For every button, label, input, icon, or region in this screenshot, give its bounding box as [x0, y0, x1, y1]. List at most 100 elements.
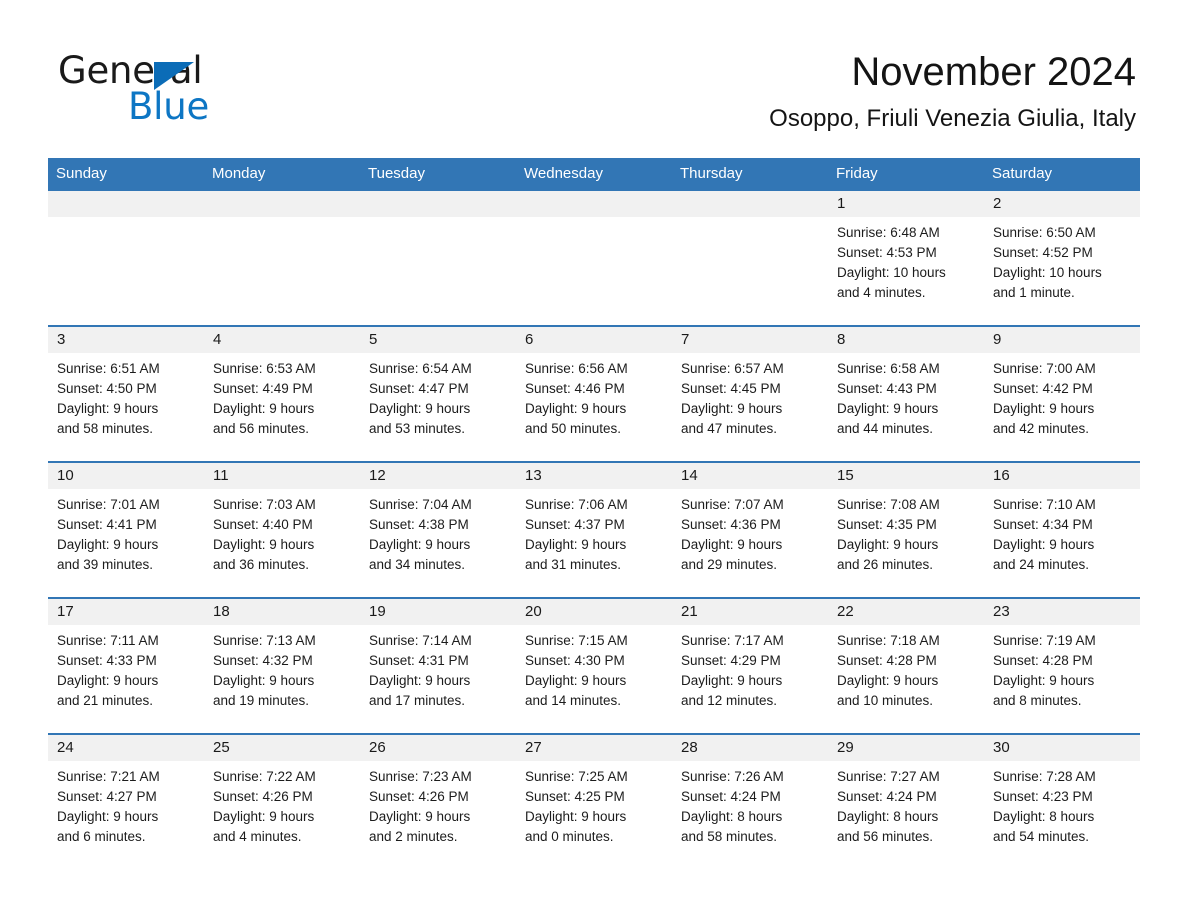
daylight-duration-line1: Daylight: 9 hours	[213, 401, 315, 416]
calendar-day-cell[interactable]: 18 Sunrise: 7:13 AM Sunset: 4:32 PM Dayligh…	[204, 597, 360, 734]
sunset-time: Sunset: 4:32 PM	[213, 653, 313, 668]
daylight-duration-line2: and 17 minutes.	[369, 693, 466, 708]
sunset-time: Sunset: 4:31 PM	[369, 653, 469, 668]
day-cell-content: 10 Sunrise: 7:01 AM Sunset: 4:41 PM Dayligh…	[48, 463, 204, 597]
calendar-day-cell[interactable]: 20 Sunrise: 7:15 AM Sunset: 4:30 PM Dayligh…	[516, 597, 672, 734]
calendar-day-cell[interactable]: 10 Sunrise: 7:01 AM Sunset: 4:41 PM Dayligh…	[48, 461, 204, 598]
calendar-day-cell[interactable]: 17 Sunrise: 7:11 AM Sunset: 4:33 PM Dayligh…	[48, 597, 204, 734]
day-cell-content: 20 Sunrise: 7:15 AM Sunset: 4:30 PM Dayligh…	[516, 599, 672, 733]
calendar-day-cell[interactable]: 9 Sunrise: 7:00 AM Sunset: 4:42 PM Daylight…	[984, 325, 1140, 462]
day-number: 9	[984, 327, 1140, 353]
sunset-time: Sunset: 4:38 PM	[369, 517, 469, 532]
calendar-table: Sunday Monday Tuesday Wednesday Thursday…	[48, 158, 1140, 869]
day-cell-content: 5 Sunrise: 6:54 AM Sunset: 4:47 PM Daylight…	[360, 327, 516, 461]
calendar-day-cell[interactable]: 30 Sunrise: 7:28 AM Sunset: 4:23 PM Dayligh…	[984, 733, 1140, 869]
calendar-empty-cell	[516, 191, 672, 326]
sunrise-time: Sunrise: 7:04 AM	[369, 497, 472, 512]
calendar-day-cell[interactable]: 16 Sunrise: 7:10 AM Sunset: 4:34 PM Dayligh…	[984, 461, 1140, 598]
calendar-day-cell[interactable]: 25 Sunrise: 7:22 AM Sunset: 4:26 PM Dayligh…	[204, 733, 360, 869]
calendar-day-cell[interactable]: 13 Sunrise: 7:06 AM Sunset: 4:37 PM Dayligh…	[516, 461, 672, 598]
day-number: 23	[984, 599, 1140, 625]
calendar-day-cell[interactable]: 23 Sunrise: 7:19 AM Sunset: 4:28 PM Dayligh…	[984, 597, 1140, 734]
general-blue-logo[interactable]: General Blue	[58, 52, 318, 132]
day-cell-content: 8 Sunrise: 6:58 AM Sunset: 4:43 PM Daylight…	[828, 327, 984, 461]
calendar-day-cell[interactable]: 27 Sunrise: 7:25 AM Sunset: 4:25 PM Dayligh…	[516, 733, 672, 869]
calendar-day-cell[interactable]: 1 Sunrise: 6:48 AM Sunset: 4:53 PM Daylight…	[828, 191, 984, 326]
daylight-duration-line2: and 54 minutes.	[993, 829, 1090, 844]
day-details: Sunrise: 7:26 AM Sunset: 4:24 PM Daylight:…	[672, 761, 828, 847]
page-header: General Blue November 2024 Osoppo, Friul…	[0, 0, 1188, 150]
sunset-time: Sunset: 4:41 PM	[57, 517, 157, 532]
daylight-duration-line1: Daylight: 8 hours	[993, 809, 1095, 824]
day-cell-content: 11 Sunrise: 7:03 AM Sunset: 4:40 PM Dayligh…	[204, 463, 360, 597]
calendar-day-cell[interactable]: 2 Sunrise: 6:50 AM Sunset: 4:52 PM Daylight…	[984, 191, 1140, 326]
sunrise-time: Sunrise: 7:00 AM	[993, 361, 1096, 376]
daylight-duration-line1: Daylight: 9 hours	[993, 673, 1095, 688]
day-cell-content	[204, 191, 360, 325]
sunrise-time: Sunrise: 7:14 AM	[369, 633, 472, 648]
calendar-day-cell[interactable]: 3 Sunrise: 6:51 AM Sunset: 4:50 PM Daylight…	[48, 325, 204, 462]
day-details: Sunrise: 6:58 AM Sunset: 4:43 PM Daylight:…	[828, 353, 984, 439]
weekday-header-sunday: Sunday	[48, 158, 204, 191]
day-cell-content: 17 Sunrise: 7:11 AM Sunset: 4:33 PM Dayligh…	[48, 599, 204, 733]
day-cell-content: 13 Sunrise: 7:06 AM Sunset: 4:37 PM Dayligh…	[516, 463, 672, 597]
day-number: 26	[360, 735, 516, 761]
daylight-duration-line1: Daylight: 9 hours	[213, 809, 315, 824]
calendar-day-cell[interactable]: 12 Sunrise: 7:04 AM Sunset: 4:38 PM Dayligh…	[360, 461, 516, 598]
calendar-day-cell[interactable]: 19 Sunrise: 7:14 AM Sunset: 4:31 PM Dayligh…	[360, 597, 516, 734]
calendar-week-row: 17 Sunrise: 7:11 AM Sunset: 4:33 PM Dayligh…	[48, 597, 1140, 734]
sunrise-time: Sunrise: 7:15 AM	[525, 633, 628, 648]
sunset-time: Sunset: 4:42 PM	[993, 381, 1093, 396]
calendar-day-cell[interactable]: 5 Sunrise: 6:54 AM Sunset: 4:47 PM Daylight…	[360, 325, 516, 462]
daylight-duration-line1: Daylight: 9 hours	[993, 537, 1095, 552]
calendar-empty-cell	[48, 191, 204, 326]
weekday-header-saturday: Saturday	[984, 158, 1140, 191]
day-details: Sunrise: 6:48 AM Sunset: 4:53 PM Daylight:…	[828, 217, 984, 303]
calendar-day-cell[interactable]: 14 Sunrise: 7:07 AM Sunset: 4:36 PM Dayligh…	[672, 461, 828, 598]
calendar-day-cell[interactable]: 11 Sunrise: 7:03 AM Sunset: 4:40 PM Dayligh…	[204, 461, 360, 598]
calendar-day-cell[interactable]: 7 Sunrise: 6:57 AM Sunset: 4:45 PM Daylight…	[672, 325, 828, 462]
calendar-day-cell[interactable]: 26 Sunrise: 7:23 AM Sunset: 4:26 PM Dayligh…	[360, 733, 516, 869]
day-number: 30	[984, 735, 1140, 761]
calendar-week-row: 10 Sunrise: 7:01 AM Sunset: 4:41 PM Dayligh…	[48, 461, 1140, 598]
daylight-duration-line2: and 29 minutes.	[681, 557, 778, 572]
day-cell-content: 18 Sunrise: 7:13 AM Sunset: 4:32 PM Dayligh…	[204, 599, 360, 733]
calendar-empty-cell	[204, 191, 360, 326]
calendar-day-cell[interactable]: 22 Sunrise: 7:18 AM Sunset: 4:28 PM Dayligh…	[828, 597, 984, 734]
calendar-day-cell[interactable]: 4 Sunrise: 6:53 AM Sunset: 4:49 PM Daylight…	[204, 325, 360, 462]
daylight-duration-line2: and 19 minutes.	[213, 693, 310, 708]
daylight-duration-line2: and 21 minutes.	[57, 693, 154, 708]
calendar-day-cell[interactable]: 28 Sunrise: 7:26 AM Sunset: 4:24 PM Dayligh…	[672, 733, 828, 869]
calendar-day-cell[interactable]: 8 Sunrise: 6:58 AM Sunset: 4:43 PM Daylight…	[828, 325, 984, 462]
day-details: Sunrise: 7:22 AM Sunset: 4:26 PM Daylight:…	[204, 761, 360, 847]
daylight-duration-line2: and 4 minutes.	[837, 285, 926, 300]
daylight-duration-line2: and 34 minutes.	[369, 557, 466, 572]
calendar-day-cell[interactable]: 24 Sunrise: 7:21 AM Sunset: 4:27 PM Dayligh…	[48, 733, 204, 869]
day-number: 1	[828, 191, 984, 217]
weekday-header-friday: Friday	[828, 158, 984, 191]
day-number	[516, 191, 672, 217]
sunrise-time: Sunrise: 7:11 AM	[57, 633, 159, 648]
day-details: Sunrise: 7:18 AM Sunset: 4:28 PM Daylight:…	[828, 625, 984, 711]
sunset-time: Sunset: 4:27 PM	[57, 789, 157, 804]
daylight-duration-line2: and 8 minutes.	[993, 693, 1082, 708]
page-title: November 2024	[851, 50, 1136, 94]
day-number	[48, 191, 204, 217]
day-cell-content: 3 Sunrise: 6:51 AM Sunset: 4:50 PM Daylight…	[48, 327, 204, 461]
day-details: Sunrise: 7:01 AM Sunset: 4:41 PM Daylight:…	[48, 489, 204, 575]
sunset-time: Sunset: 4:28 PM	[837, 653, 937, 668]
calendar-day-cell[interactable]: 15 Sunrise: 7:08 AM Sunset: 4:35 PM Dayligh…	[828, 461, 984, 598]
calendar-day-cell[interactable]: 6 Sunrise: 6:56 AM Sunset: 4:46 PM Daylight…	[516, 325, 672, 462]
daylight-duration-line2: and 2 minutes.	[369, 829, 458, 844]
daylight-duration-line2: and 50 minutes.	[525, 421, 622, 436]
sunset-time: Sunset: 4:49 PM	[213, 381, 313, 396]
day-number: 10	[48, 463, 204, 489]
daylight-duration-line2: and 42 minutes.	[993, 421, 1090, 436]
calendar-week-row: 3 Sunrise: 6:51 AM Sunset: 4:50 PM Daylight…	[48, 325, 1140, 462]
sunrise-time: Sunrise: 7:25 AM	[525, 769, 628, 784]
day-cell-content: 14 Sunrise: 7:07 AM Sunset: 4:36 PM Dayligh…	[672, 463, 828, 597]
calendar-day-cell[interactable]: 21 Sunrise: 7:17 AM Sunset: 4:29 PM Dayligh…	[672, 597, 828, 734]
day-cell-content: 2 Sunrise: 6:50 AM Sunset: 4:52 PM Daylight…	[984, 191, 1140, 325]
calendar-day-cell[interactable]: 29 Sunrise: 7:27 AM Sunset: 4:24 PM Dayligh…	[828, 733, 984, 869]
day-cell-content: 1 Sunrise: 6:48 AM Sunset: 4:53 PM Daylight…	[828, 191, 984, 325]
